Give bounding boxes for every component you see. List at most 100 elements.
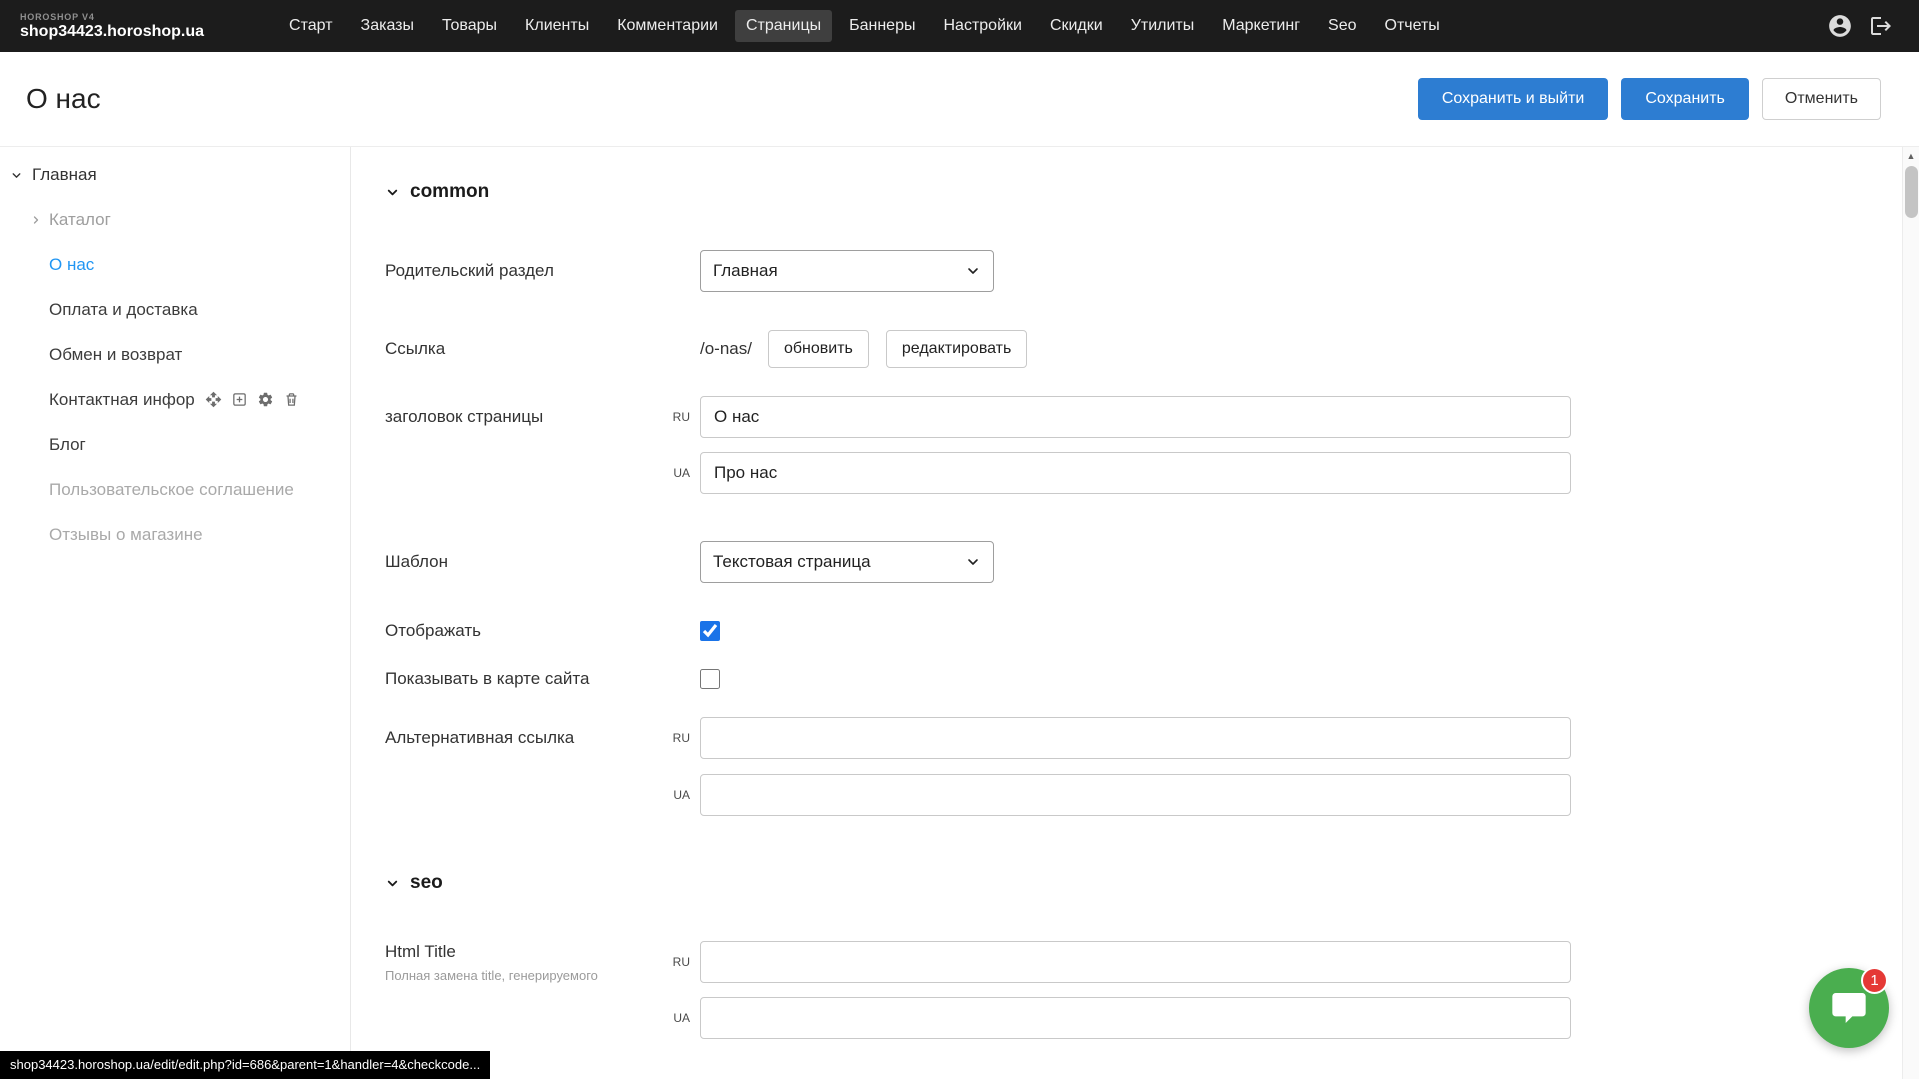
nav-item-discounts[interactable]: Скидки xyxy=(1039,10,1114,42)
nav-item-start[interactable]: Старт xyxy=(278,10,343,42)
field-page-title-ua: UA xyxy=(385,452,1919,494)
page-title: О нас xyxy=(26,83,101,115)
nav-item-orders[interactable]: Заказы xyxy=(350,10,425,42)
sidebar-item-label: Пользовательское соглашение xyxy=(49,480,294,500)
scrollbar[interactable]: ▲ xyxy=(1902,147,1919,1079)
field-label-group: Html Title Полная замена title, генериру… xyxy=(385,942,635,983)
brand-domain: shop34423.horoshop.ua xyxy=(20,23,204,41)
field-label: Показывать в карте сайта xyxy=(385,669,700,689)
sidebar-item-catalog[interactable]: Каталог xyxy=(0,197,350,242)
sidebar-item-about[interactable]: О нас xyxy=(0,242,350,287)
cancel-button[interactable]: Отменить xyxy=(1762,78,1881,120)
refresh-link-button[interactable]: обновить xyxy=(768,330,869,368)
scrollbar-thumb[interactable] xyxy=(1905,166,1918,218)
screen: HOROSHOP V4 shop34423.horoshop.ua Старт … xyxy=(0,0,1919,1079)
template-select[interactable]: Текстовая страница xyxy=(700,541,994,583)
html-title-ua-input[interactable] xyxy=(700,997,1571,1039)
field-label: Ссылка xyxy=(385,339,700,359)
alt-link-ru-input[interactable] xyxy=(700,717,1571,759)
save-and-exit-button[interactable]: Сохранить и выйти xyxy=(1418,78,1609,120)
chat-unread-badge: 1 xyxy=(1861,967,1888,994)
sidebar-item-blog[interactable]: Блог xyxy=(0,422,350,467)
logout-icon[interactable] xyxy=(1869,14,1893,38)
nav-item-marketing[interactable]: Маркетинг xyxy=(1211,10,1311,42)
nav-item-reports[interactable]: Отчеты xyxy=(1374,10,1451,42)
nav-item-products[interactable]: Товары xyxy=(431,10,508,42)
chevron-down-icon xyxy=(10,169,23,182)
field-hint: Полная замена title, генерируемого xyxy=(385,968,665,983)
content: Главная Каталог О нас Оплата и доставка … xyxy=(0,147,1919,1079)
topbar: HOROSHOP V4 shop34423.horoshop.ua Старт … xyxy=(0,0,1919,52)
sidebar-item-contact-info[interactable]: Контактная инфор xyxy=(0,377,350,422)
field-alt-link-ru: Альтернативная ссылка RU xyxy=(385,717,1919,759)
lang-label-ua: UA xyxy=(635,1011,700,1025)
selected-value: Главная xyxy=(713,261,778,281)
scroll-up-arrow[interactable]: ▲ xyxy=(1903,147,1919,164)
chat-button[interactable]: 1 xyxy=(1809,968,1889,1048)
field-label: Шаблон xyxy=(385,552,700,572)
sidebar-item-label: Отзывы о магазине xyxy=(49,525,203,545)
section-title: seo xyxy=(410,872,443,894)
field-label: Html Title xyxy=(385,942,635,962)
tree-item-actions xyxy=(205,391,300,408)
sidebar-item-label: Обмен и возврат xyxy=(49,345,182,365)
selected-value: Текстовая страница xyxy=(713,552,871,572)
section-title: common xyxy=(410,181,489,203)
sidebar-item-label: Блог xyxy=(49,435,86,455)
account-icon[interactable] xyxy=(1827,13,1853,39)
lang-label-ua: UA xyxy=(635,788,700,802)
field-parent-section: Родительский раздел Главная xyxy=(385,250,1919,292)
field-html-title-ua: UA xyxy=(385,997,1919,1039)
html-title-ru-input[interactable] xyxy=(700,941,1571,983)
page-title-ua-input[interactable] xyxy=(700,452,1571,494)
sidebar-item-payment-delivery[interactable]: Оплата и доставка xyxy=(0,287,350,332)
add-page-icon[interactable] xyxy=(231,391,248,408)
lang-label-ua: UA xyxy=(635,466,700,480)
brand-version: HOROSHOP V4 xyxy=(20,12,204,22)
section-common-toggle[interactable]: common xyxy=(385,181,1919,203)
header-actions: Сохранить и выйти Сохранить Отменить xyxy=(1418,78,1881,120)
alt-link-ua-input[interactable] xyxy=(700,774,1571,816)
sidebar-item-label: Каталог xyxy=(49,210,111,230)
nav-item-pages[interactable]: Страницы xyxy=(735,10,832,42)
field-template: Шаблон Текстовая страница xyxy=(385,541,1919,583)
topbar-icons xyxy=(1827,13,1893,39)
nav-item-utilities[interactable]: Утилиты xyxy=(1120,10,1206,42)
main-nav: Старт Заказы Товары Клиенты Комментарии … xyxy=(278,10,1451,42)
sidebar-item-exchange-return[interactable]: Обмен и возврат xyxy=(0,332,350,377)
sidebar-item-label: Оплата и доставка xyxy=(49,300,198,320)
field-label: Альтернативная ссылка xyxy=(385,728,635,748)
nav-item-settings[interactable]: Настройки xyxy=(932,10,1032,42)
save-button[interactable]: Сохранить xyxy=(1621,78,1749,120)
gear-icon[interactable] xyxy=(257,391,274,408)
field-alt-link-ua: UA xyxy=(385,774,1919,816)
status-url: shop34423.horoshop.ua/edit/edit.php?id=6… xyxy=(0,1051,490,1079)
field-link: Ссылка /o-nas/ обновить редактировать xyxy=(385,330,1919,368)
nav-item-banners[interactable]: Баннеры xyxy=(838,10,926,42)
move-icon[interactable] xyxy=(205,391,222,408)
section-seo-toggle[interactable]: seo xyxy=(385,872,1919,894)
display-checkbox[interactable] xyxy=(700,621,720,641)
lang-label-ru: RU xyxy=(635,955,700,969)
field-html-title-ru: Html Title Полная замена title, генериру… xyxy=(385,941,1919,983)
chevron-right-icon[interactable] xyxy=(30,214,42,226)
parent-section-select[interactable]: Главная xyxy=(700,250,994,292)
chevron-down-icon xyxy=(385,185,400,200)
nav-item-comments[interactable]: Комментарии xyxy=(606,10,729,42)
nav-item-seo[interactable]: Seo xyxy=(1317,10,1367,42)
sidebar-item-label: Главная xyxy=(32,165,97,185)
brand[interactable]: HOROSHOP V4 shop34423.horoshop.ua xyxy=(20,12,204,41)
chevron-down-icon xyxy=(965,263,981,279)
field-sitemap: Показывать в карте сайта xyxy=(385,669,1919,689)
page-title-ru-input[interactable] xyxy=(700,396,1571,438)
sidebar-item-user-agreement[interactable]: Пользовательское соглашение xyxy=(0,467,350,512)
nav-item-clients[interactable]: Клиенты xyxy=(514,10,600,42)
edit-link-button[interactable]: редактировать xyxy=(886,330,1027,368)
field-display: Отображать xyxy=(385,621,1919,641)
field-label: Родительский раздел xyxy=(385,261,700,281)
sidebar-item-store-reviews[interactable]: Отзывы о магазине xyxy=(0,512,350,557)
sidebar-item-home[interactable]: Главная xyxy=(0,153,350,197)
sitemap-checkbox[interactable] xyxy=(700,669,720,689)
trash-icon[interactable] xyxy=(283,391,300,408)
field-label: заголовок страницы xyxy=(385,407,635,427)
